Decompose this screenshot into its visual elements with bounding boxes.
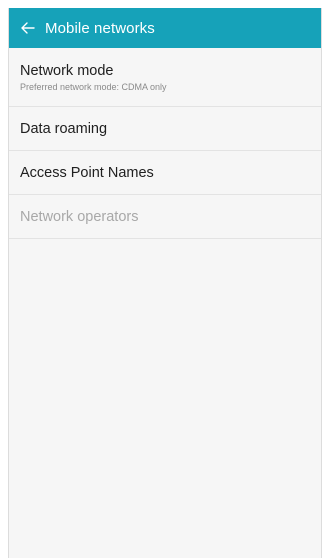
network-mode-summary: Preferred network mode: CDMA only	[20, 82, 167, 92]
network-operators-label: Network operators	[20, 208, 139, 225]
access-point-names-item[interactable]: Access Point Names	[9, 151, 321, 195]
access-point-names-label: Access Point Names	[20, 164, 154, 181]
network-operators-item: Network operators	[9, 195, 321, 239]
network-mode-item[interactable]: Network mode Preferred network mode: CDM…	[9, 48, 321, 107]
settings-list: Network mode Preferred network mode: CDM…	[9, 48, 321, 239]
arrow-left-icon	[21, 22, 35, 34]
app-bar: Mobile networks	[9, 8, 321, 48]
back-button[interactable]	[11, 8, 45, 48]
network-mode-label: Network mode	[20, 63, 114, 79]
data-roaming-item[interactable]: Data roaming	[9, 107, 321, 151]
page-title: Mobile networks	[45, 19, 155, 37]
data-roaming-label: Data roaming	[20, 120, 108, 137]
mobile-networks-screen: Mobile networks Network mode Preferred n…	[8, 8, 322, 558]
